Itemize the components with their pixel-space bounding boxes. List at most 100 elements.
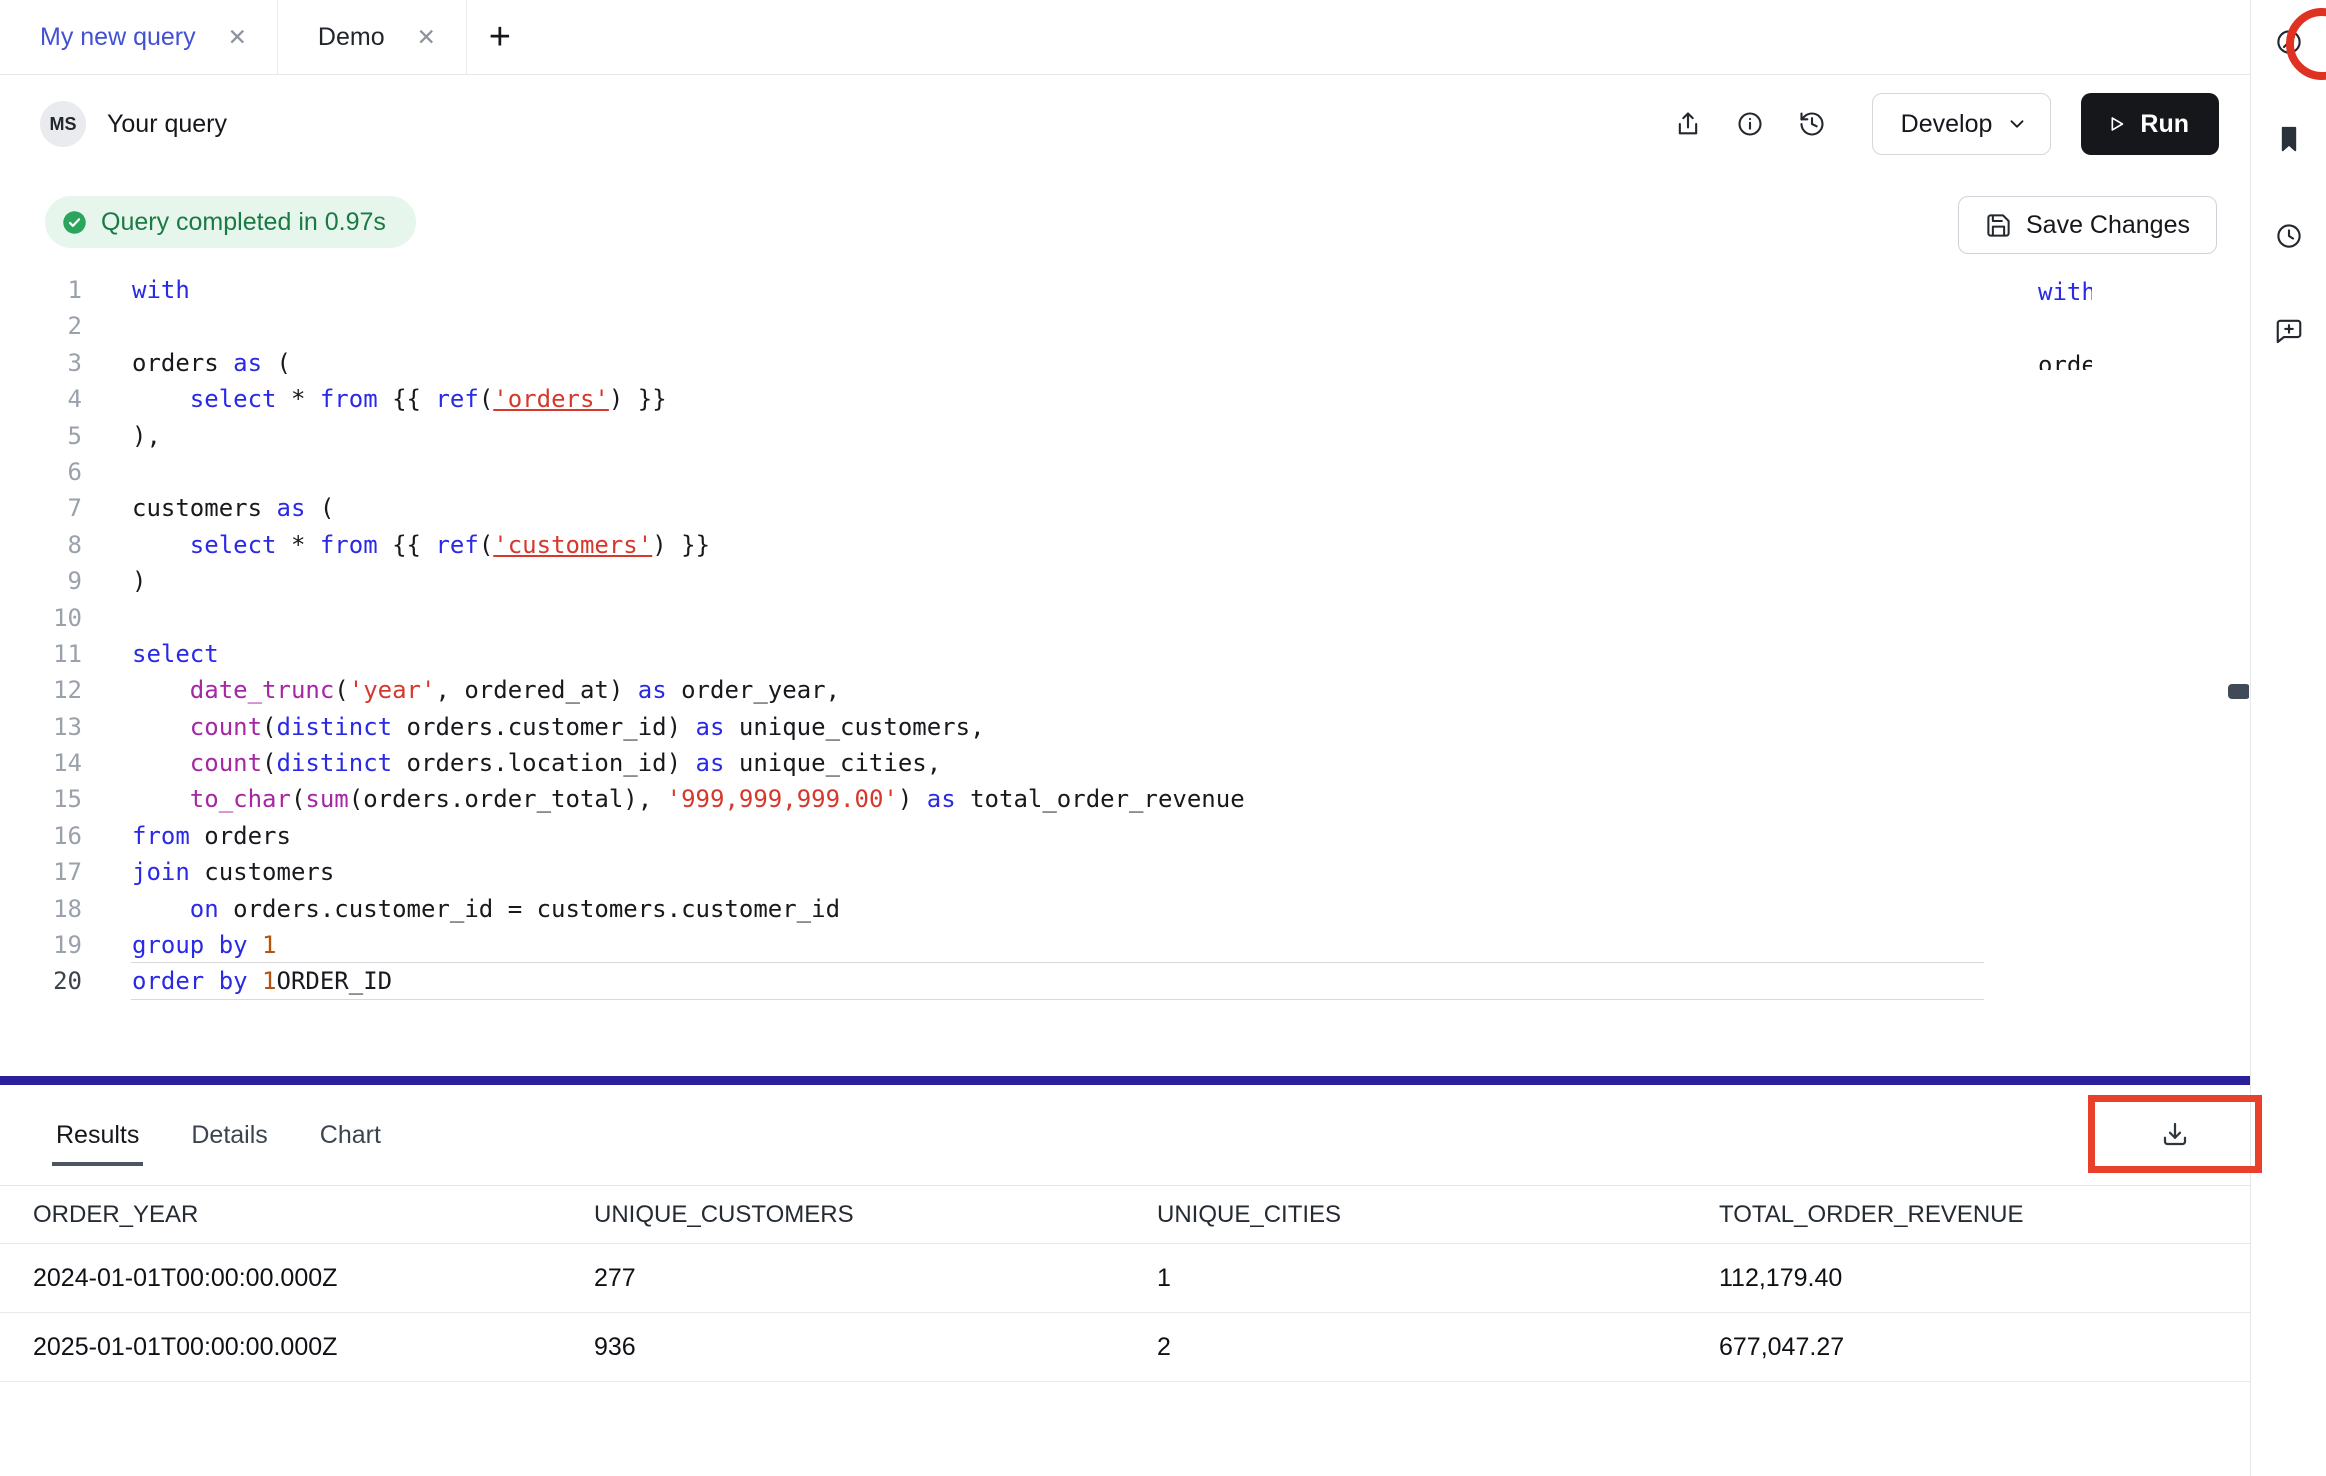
table-cell: 112,179.40 [1719,1264,2250,1293]
panel-resize-divider[interactable] [0,1076,2250,1085]
table-header: ORDER_YEARUNIQUE_CUSTOMERSUNIQUE_CITIEST… [0,1185,2250,1244]
table-cell: 936 [594,1333,1157,1362]
bookmark-icon[interactable] [2267,117,2311,161]
line-number: 10 [0,600,82,636]
table-cell: 2025-01-01T00:00:00.000Z [33,1333,594,1362]
run-label: Run [2140,110,2189,139]
tab-chart[interactable]: Chart [318,1087,383,1184]
download-icon [2160,1119,2190,1149]
code-line[interactable]: 9) [0,563,2249,599]
line-number: 17 [0,854,82,890]
code-line[interactable]: 17join customers [0,854,2249,890]
app: My new query✕ Demo ✕ + MS Your query Develo… [0,0,2326,1476]
new-tab-button[interactable]: + [467,0,533,74]
download-annotation-box [2088,1095,2262,1173]
develop-label: Develop [1901,110,1993,139]
avatar: MS [40,101,86,147]
save-changes-button[interactable]: Save Changes [1958,196,2217,254]
table-row[interactable]: 2024-01-01T00:00:00.000Z2771112,179.40 [0,1244,2250,1313]
page-title: Your query [107,110,227,139]
line-number: 14 [0,745,82,781]
tab-my-new-query[interactable]: My new query✕ [0,0,278,74]
query-header: MS Your query Develop Run [0,75,2250,173]
table-row[interactable]: 2025-01-01T00:00:00.000Z9362677,047.27 [0,1313,2250,1382]
status-row: Query completed in 0.97s Save Changes [45,196,2217,254]
line-number: 6 [0,454,82,490]
save-changes-label: Save Changes [2026,211,2190,240]
code-line[interactable]: 7customers as ( [0,490,2249,526]
column-header[interactable]: UNIQUE_CUSTOMERS [594,1201,1157,1229]
line-number: 5 [0,418,82,454]
results-tabs: Results Details Chart [0,1085,2250,1185]
table-cell: 1 [1157,1264,1719,1293]
code-line[interactable]: 15 to_char(sum(orders.order_total), '999… [0,781,2249,817]
code-line[interactable]: 14 count(distinct orders.location_id) as… [0,745,2249,781]
chevron-down-icon [2006,113,2028,135]
code-line[interactable]: 20order by 1ORDER_ID [0,963,2249,999]
save-icon [1985,212,2012,239]
code-line[interactable]: 16from orders [0,818,2249,854]
check-icon [61,209,88,236]
develop-dropdown[interactable]: Develop [1872,93,2052,155]
column-header[interactable]: TOTAL_ORDER_REVENUE [1719,1201,2250,1229]
tab-close-icon[interactable]: ✕ [228,26,247,49]
play-icon [2105,113,2127,135]
line-number: 19 [0,927,82,963]
status-badge: Query completed in 0.97s [45,196,416,248]
tab-demo[interactable]: Demo ✕ [278,0,467,74]
code-line[interactable]: 4 select * from {{ ref('orders') }} [0,381,2249,417]
line-number: 4 [0,381,82,417]
line-number: 15 [0,781,82,817]
table-cell: 277 [594,1264,1157,1293]
feedback-icon[interactable] [2267,310,2311,354]
code-line[interactable]: 1with [0,272,2249,308]
run-button[interactable]: Run [2081,93,2219,155]
code-line[interactable]: 10 [0,600,2249,636]
tab-label: Demo [318,23,385,52]
share-icon[interactable] [1666,102,1710,146]
main-area: My new query✕ Demo ✕ + MS Your query Develo… [0,0,2251,1476]
code-line[interactable]: 6 [0,454,2249,490]
tab-details[interactable]: Details [189,1087,269,1184]
download-button[interactable] [2151,1110,2199,1158]
right-rail [2251,0,2326,1476]
line-number: 13 [0,709,82,745]
line-number: 20 [0,963,82,999]
column-header[interactable]: ORDER_YEAR [33,1201,594,1229]
line-number: 3 [0,345,82,381]
code-line[interactable]: 5), [0,418,2249,454]
table-cell: 2024-01-01T00:00:00.000Z [33,1264,594,1293]
code-line[interactable]: 3orders as ( [0,345,2249,381]
tab-bar: My new query✕ Demo ✕ + [0,0,2250,75]
history-clock-icon[interactable] [2267,214,2311,258]
code-line[interactable]: 8 select * from {{ ref('customers') }} [0,527,2249,563]
line-number: 7 [0,490,82,526]
line-number: 16 [0,818,82,854]
copilot-icon[interactable] [2267,20,2311,64]
tab-close-icon[interactable]: ✕ [417,26,436,49]
line-number: 8 [0,527,82,563]
minimap[interactable]: withorders as ( select * from {{ ref('or… [1988,274,2092,370]
code-line[interactable]: 13 count(distinct orders.customer_id) as… [0,709,2249,745]
table-cell: 2 [1157,1333,1719,1362]
history-icon[interactable] [1790,102,1834,146]
info-icon[interactable] [1728,102,1772,146]
code-editor[interactable]: 1with23orders as (4 select * from {{ ref… [0,272,2249,1076]
code-line[interactable]: 12 date_trunc('year', ordered_at) as ord… [0,672,2249,708]
results-table: ORDER_YEARUNIQUE_CUSTOMERSUNIQUE_CITIEST… [0,1185,2250,1382]
tab-results[interactable]: Results [54,1087,141,1184]
line-number: 11 [0,636,82,672]
code-line[interactable]: 19group by 1 [0,927,2249,963]
code-line[interactable]: 18 on orders.customer_id = customers.cus… [0,891,2249,927]
results-panel: Results Details Chart ORDER_YEARUNIQUE_CUS… [0,1085,2250,1476]
code-lines: 1with23orders as (4 select * from {{ ref… [0,272,2249,1000]
line-number: 18 [0,891,82,927]
code-line[interactable]: 11select [0,636,2249,672]
line-number: 2 [0,308,82,344]
column-header[interactable]: UNIQUE_CITIES [1157,1201,1719,1229]
code-line[interactable]: 2 [0,308,2249,344]
line-number: 9 [0,563,82,599]
table-body: 2024-01-01T00:00:00.000Z2771112,179.4020… [0,1244,2250,1382]
line-number: 12 [0,672,82,708]
scrollbar-thumb[interactable] [2228,684,2249,699]
